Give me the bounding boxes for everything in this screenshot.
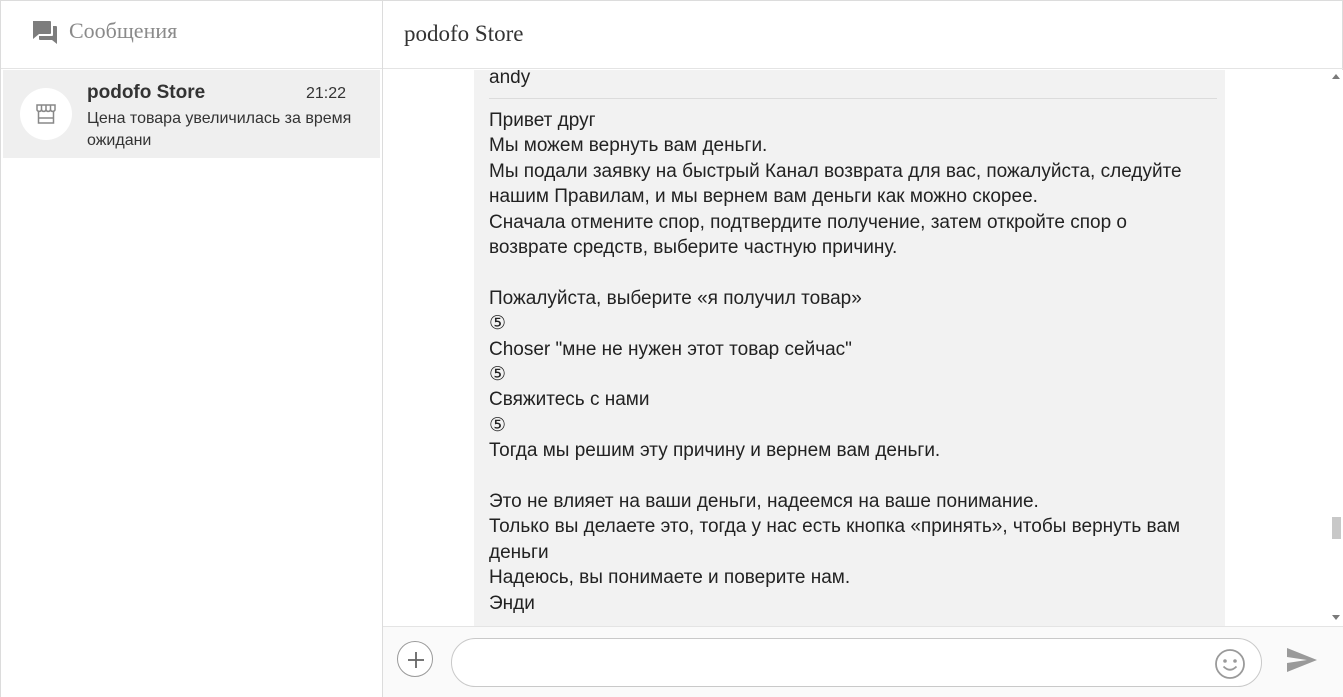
- app-window: Сообщения podofo Store 21:22 Цена товара…: [0, 0, 1343, 697]
- message-line: Choser "мне не нужен этот товар сейчас": [489, 338, 852, 360]
- message-composer: [383, 626, 1343, 697]
- conversation-time: 21:22: [305, 85, 346, 102]
- sidebar-header: Сообщения: [1, 1, 382, 69]
- conversation-preview: Цена товара увеличилась за время ожидани: [87, 110, 352, 149]
- message-line: Привет друг: [489, 110, 596, 131]
- message-line: нашим Правилам, и мы вернем вам деньги к…: [489, 186, 1038, 208]
- scroll-thumb[interactable]: [1332, 517, 1341, 539]
- message-line: ⑤: [489, 414, 507, 436]
- message-line: Только вы делаете это, тогда у нас есть …: [489, 516, 1181, 538]
- message-line: Пожалуйста, выберите «я получил товар»: [489, 287, 862, 309]
- message-line: деньги: [489, 541, 549, 563]
- emoji-button[interactable]: [1214, 648, 1246, 680]
- sidebar-title: Сообщения: [69, 18, 178, 43]
- store-icon: [36, 104, 56, 124]
- conversation-name: podofo Store: [87, 82, 206, 103]
- send-icon: [1287, 648, 1317, 672]
- scrollbar[interactable]: [1328, 70, 1343, 626]
- message-line: Тогда мы решим эту причину и вернем вам …: [489, 440, 941, 462]
- message-bubble: andy Привет друг Мы можем вернуть вам де…: [474, 70, 1225, 626]
- message-input-box[interactable]: [451, 638, 1262, 687]
- message-list[interactable]: andy Привет друг Мы можем вернуть вам де…: [383, 70, 1343, 626]
- message-line: [489, 260, 1214, 285]
- message-author: andy: [489, 70, 531, 88]
- divider: [489, 98, 1217, 99]
- scroll-down-arrow-icon[interactable]: [1332, 615, 1340, 620]
- message-line: Надеюсь, вы понимаете и поверите нам.: [489, 567, 851, 589]
- message-line: Мы можем вернуть вам деньги.: [489, 135, 768, 157]
- chat-header: podofo Store: [383, 1, 1343, 69]
- plus-icon: [408, 652, 424, 668]
- message-line: Это не влияет на ваши деньги, надеемся н…: [489, 491, 1039, 513]
- message-line: Сначала отмените спор, подтвердите получ…: [489, 211, 1127, 233]
- chat-bubbles-icon: [31, 19, 59, 45]
- scroll-up-arrow-icon[interactable]: [1332, 74, 1340, 79]
- message-line: ⑤: [489, 313, 507, 335]
- message-line: возврате средств, выберите частную причи…: [489, 237, 898, 259]
- message-line: Энди: [489, 592, 535, 614]
- message-line: ⑤: [489, 364, 507, 386]
- conversation-sidebar: Сообщения podofo Store 21:22 Цена товара…: [1, 1, 383, 697]
- send-button[interactable]: [1285, 645, 1319, 675]
- message-line: [489, 464, 1214, 489]
- add-attachment-button[interactable]: [397, 641, 433, 677]
- smiley-icon: [1215, 649, 1245, 679]
- message-line: Мы подали заявку на быстрый Канал возвра…: [489, 160, 1182, 182]
- conversation-item[interactable]: podofo Store 21:22 Цена товара увеличила…: [3, 70, 380, 158]
- message-input[interactable]: [472, 649, 1192, 677]
- avatar: [20, 88, 72, 140]
- chat-title: podofo Store: [404, 21, 524, 46]
- message-line: Свяжитесь с нами: [489, 389, 650, 411]
- message-text: Привет друг Мы можем вернуть вам деньги.…: [489, 108, 1214, 616]
